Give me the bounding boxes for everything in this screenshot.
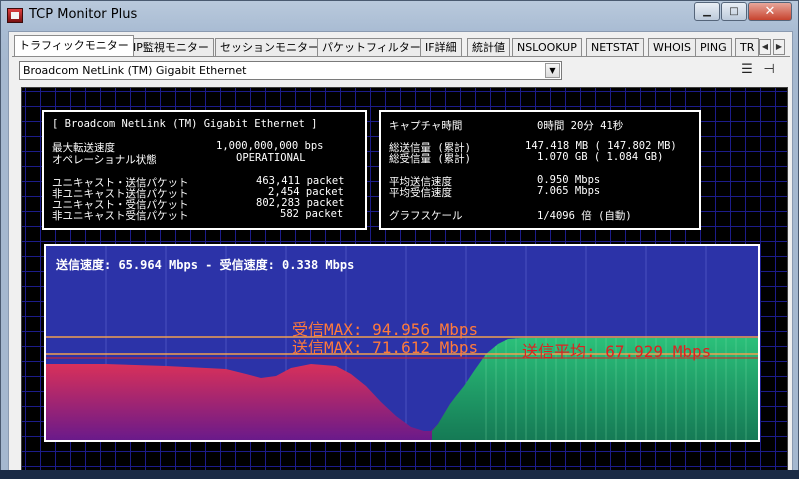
adapter-info-box: [ Broadcom NetLink (TM) Gigabit Ethernet…	[42, 110, 367, 230]
traffic-graph-svg: 受信MAX: 94.956 Mbps 送信MAX: 71.612 Mbps 送信…	[46, 246, 758, 440]
current-speed-text: 送信速度: 65.964 Mbps - 受信速度: 0.338 Mbps	[56, 258, 355, 272]
pin-icon[interactable]: ⊣	[760, 62, 778, 78]
total-recv-label: 総受信量 (累計)	[389, 153, 471, 165]
adapter-select-value: Broadcom NetLink (TM) Gigabit Ethernet	[23, 64, 247, 77]
close-button[interactable]: ✕	[748, 2, 792, 21]
operational-status-value: OPERATIONAL	[236, 152, 306, 164]
graph-scale-value: 1/4096 倍 (自動)	[537, 210, 632, 222]
capture-time-label: キャプチャ時間	[389, 120, 463, 132]
send-avg-label: 送信平均: 67.929 Mbps	[522, 342, 711, 361]
window-title: TCP Monitor Plus	[29, 7, 138, 22]
tab-netstat[interactable]: NETSTAT	[586, 38, 645, 56]
tab-scroll-right-icon[interactable]: ▶	[773, 39, 785, 55]
tab-whois[interactable]: WHOIS	[648, 38, 697, 56]
client-area: トラフィックモニター IP監視モニター セッションモニター パケットフィルター …	[8, 31, 793, 471]
tab-packet-filter[interactable]: パケットフィルター	[317, 38, 426, 56]
tab-session-monitor[interactable]: セッションモニター	[215, 38, 324, 56]
capture-info-box: キャプチャ時間 0時間 20分 41秒 総送信量 (累計) 147.418 MB…	[379, 110, 701, 230]
operational-status-label: オペレーショナル状態	[52, 154, 157, 166]
minimize-button[interactable]: ▁	[694, 2, 720, 21]
tab-ping[interactable]: PING	[695, 38, 732, 56]
avg-recv-value: 7.065 Mbps	[537, 185, 601, 197]
send-traffic-area	[46, 364, 462, 440]
chevron-down-icon[interactable]: ▼	[545, 63, 560, 78]
tab-statistics[interactable]: 統計値	[467, 38, 510, 56]
list-view-icon[interactable]: ☰	[738, 62, 756, 78]
adapter-name: [ Broadcom NetLink (TM) Gigabit Ethernet…	[52, 118, 318, 130]
tab-ip-monitor[interactable]: IP監視モニター	[128, 38, 214, 56]
tab-tr[interactable]: TR	[735, 38, 760, 56]
traffic-monitor-panel: [ Broadcom NetLink (TM) Gigabit Ethernet…	[21, 87, 788, 471]
send-max-label: 送信MAX: 71.612 Mbps	[292, 338, 478, 357]
non-unicast-recv-value: 582 packet	[280, 208, 344, 220]
traffic-graph: 受信MAX: 94.956 Mbps 送信MAX: 71.612 Mbps 送信…	[44, 244, 760, 442]
capture-time-value: 0時間 20分 41秒	[537, 120, 624, 132]
tab-strip: トラフィックモニター IP監視モニター セッションモニター パケットフィルター …	[12, 35, 790, 57]
tab-nslookup[interactable]: NSLOOKUP	[512, 38, 582, 56]
maximize-button[interactable]: □	[721, 2, 747, 21]
tab-if-detail[interactable]: IF詳細	[420, 38, 462, 56]
avg-recv-label: 平均受信速度	[389, 187, 452, 199]
app-window: TCP Monitor Plus ▁ □ ✕ トラフィックモニター IP監視モニ…	[0, 0, 799, 479]
title-bar[interactable]: TCP Monitor Plus ▁ □ ✕	[1, 1, 798, 29]
tab-scroll-left-icon[interactable]: ◀	[759, 39, 771, 55]
non-unicast-recv-label: 非ユニキャスト受信パケット	[52, 210, 189, 222]
max-speed-value: 1,000,000,000 bps	[216, 140, 324, 152]
adapter-select[interactable]: Broadcom NetLink (TM) Gigabit Ethernet ▼	[19, 61, 562, 80]
total-recv-value: 1.070 GB ( 1.084 GB)	[537, 151, 664, 163]
recv-max-label: 受信MAX: 94.956 Mbps	[292, 320, 478, 339]
app-icon	[7, 8, 23, 23]
graph-scale-label: グラフスケール	[389, 210, 463, 222]
taskbar	[0, 470, 799, 479]
tab-traffic-monitor[interactable]: トラフィックモニター	[14, 35, 134, 56]
